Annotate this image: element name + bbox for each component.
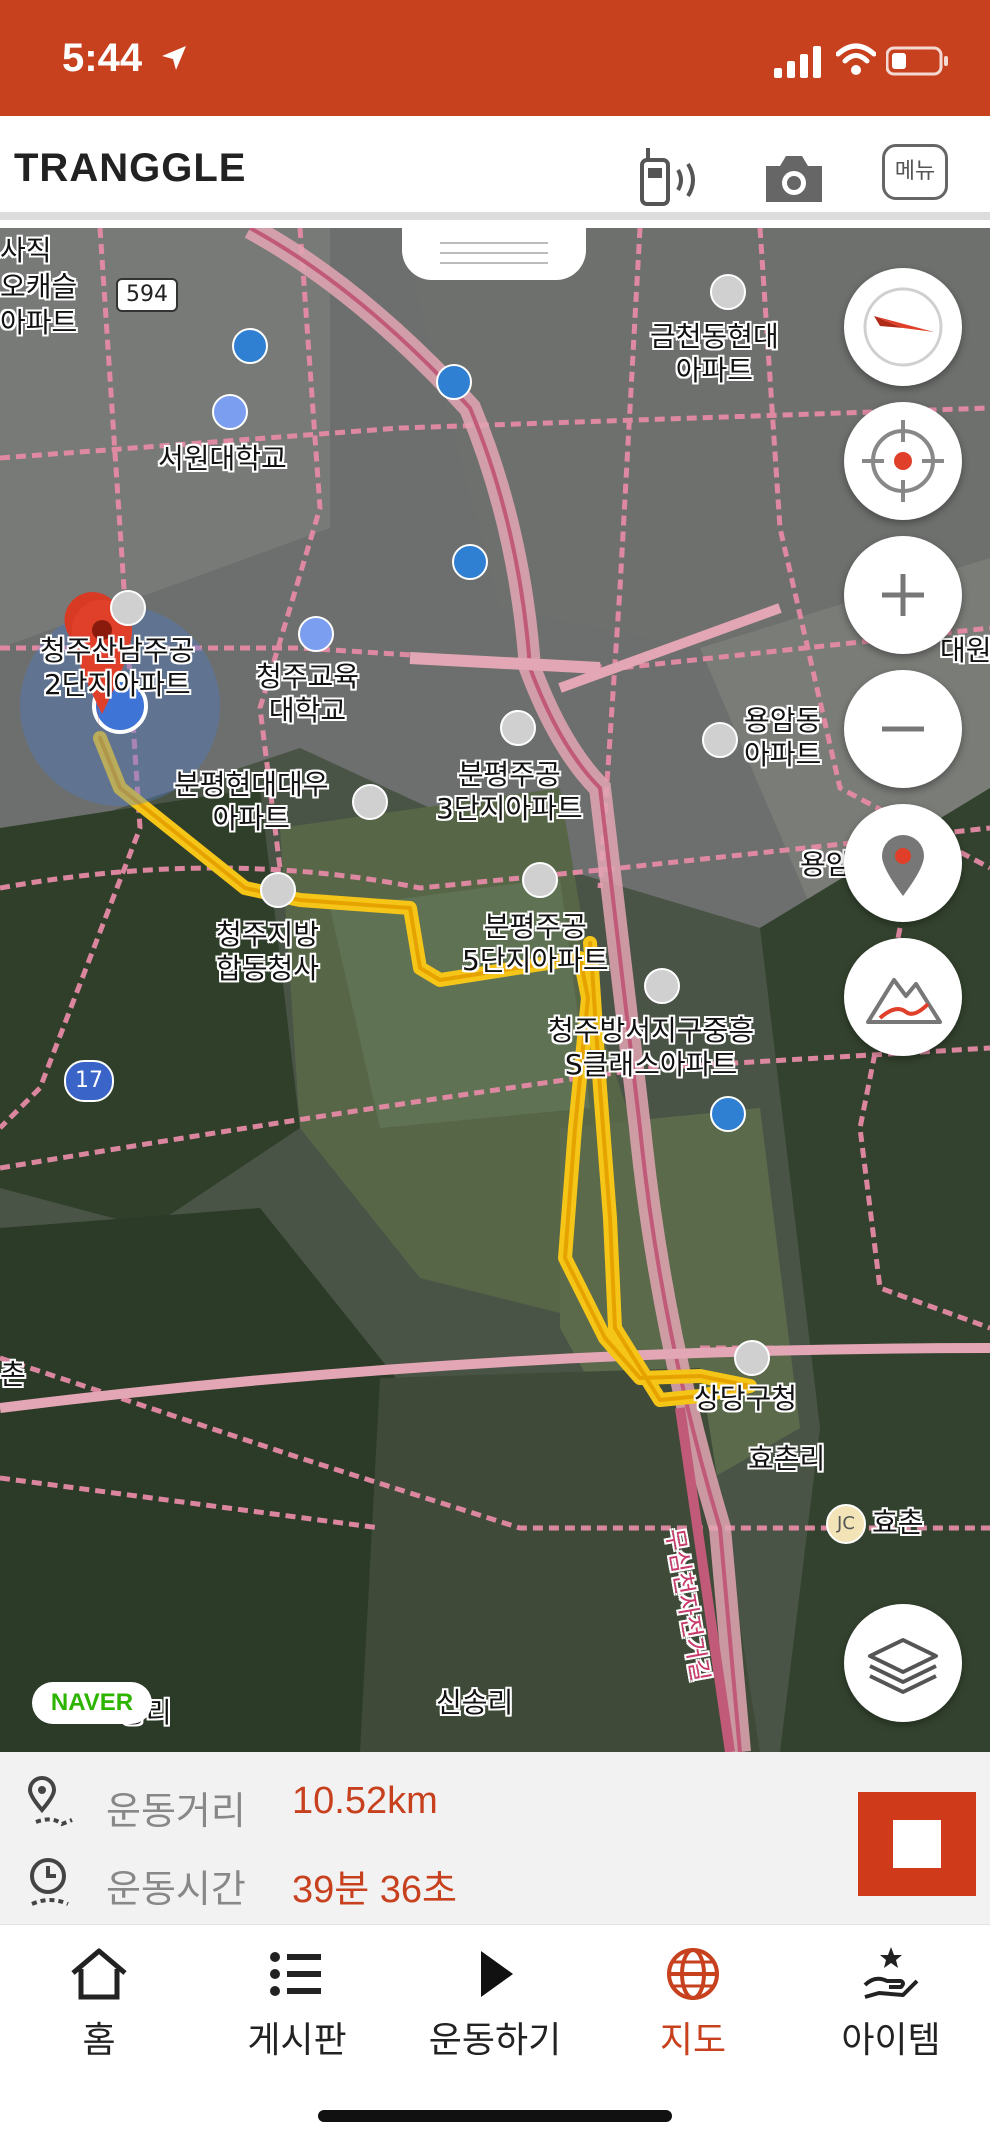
apartment-marker-icon[interactable]	[522, 862, 558, 898]
layers-icon	[868, 1638, 938, 1694]
map-label: 사직	[0, 234, 52, 267]
camera-icon[interactable]	[762, 152, 826, 204]
crosshair-icon	[862, 420, 944, 502]
app-header: TRANGGLE 메뉴	[0, 116, 990, 220]
panel-drag-handle[interactable]	[402, 228, 586, 280]
location-arrow-icon	[162, 46, 186, 70]
apartment-marker-icon[interactable]	[260, 872, 296, 908]
distance-row: 운동거리 10.52km	[0, 1770, 800, 1840]
cellular-signal-icon	[774, 46, 821, 78]
park-marker-icon[interactable]	[710, 1096, 746, 1132]
map-label: 분평현대대우 아파트	[174, 768, 329, 835]
map-label: 오캐슬	[0, 270, 78, 303]
status-bar: 5:44	[0, 0, 990, 116]
park-marker-icon[interactable]	[452, 544, 488, 580]
government-marker-icon[interactable]	[734, 1340, 770, 1376]
status-time: 5:44	[62, 36, 143, 80]
school-marker-icon[interactable]	[212, 394, 248, 430]
map-label: 청주방서지구중흥 S클래스아파트	[548, 1014, 755, 1081]
home-indicator	[318, 2110, 672, 2122]
map-label: 촌	[0, 1358, 26, 1391]
compass-icon	[863, 287, 943, 367]
zoom-in-button[interactable]	[844, 536, 962, 654]
route-pin-icon	[27, 1776, 73, 1827]
apartment-marker-icon[interactable]	[500, 710, 536, 746]
stop-icon	[893, 1820, 941, 1868]
locate-me-button[interactable]	[844, 402, 962, 520]
time-label: 운동시간	[106, 1867, 246, 1911]
wifi-icon	[836, 43, 876, 75]
map-label: 청주지방 합동청사	[216, 918, 320, 985]
school-marker-icon[interactable]	[298, 616, 334, 652]
zoom-out-button[interactable]	[844, 670, 962, 788]
park-marker-icon[interactable]	[436, 364, 472, 400]
location-pin-button[interactable]	[844, 804, 962, 922]
road-shield-17: 17	[64, 1060, 114, 1102]
hand-star-icon	[863, 1947, 919, 1999]
jc-marker: JC	[826, 1504, 866, 1544]
tab-home[interactable]: 홈	[0, 1945, 198, 2075]
tab-label: 지도	[659, 2020, 727, 2061]
mountain-button[interactable]	[844, 938, 962, 1056]
map-label: 청주교육 대학교	[256, 660, 360, 727]
tab-label: 게시판	[247, 2020, 347, 2061]
map-label: 효촌	[872, 1506, 924, 1539]
road-sign-594: 594	[116, 278, 178, 312]
tab-board[interactable]: 게시판	[198, 1945, 396, 2075]
tab-items[interactable]: 아이템	[792, 1945, 990, 2075]
map-pin-icon	[882, 835, 924, 896]
minus-icon	[882, 726, 924, 732]
home-icon	[71, 1948, 127, 2000]
apartment-marker-icon[interactable]	[352, 784, 388, 820]
mountain-icon	[866, 978, 942, 1024]
map-label: 청주산남주공 2단지아파트	[40, 634, 195, 701]
map-label: 상당구청	[694, 1382, 798, 1415]
apartment-marker-icon[interactable]	[110, 590, 146, 626]
globe-icon	[667, 1948, 719, 2000]
time-row: 운동시간 39분 36초	[0, 1848, 800, 1918]
tab-label: 홈	[82, 2020, 116, 2061]
park-marker-icon[interactable]	[232, 328, 268, 364]
map-label: 금천동현대 아파트	[650, 320, 779, 387]
map-label: 분평주공 5단지아파트	[462, 910, 609, 977]
map-label: 신송리	[436, 1686, 514, 1719]
menu-button[interactable]: 메뉴	[882, 144, 948, 200]
plus-icon	[882, 574, 924, 616]
list-icon	[270, 1952, 321, 1996]
tab-label: 아이템	[841, 2020, 941, 2061]
battery-icon	[886, 46, 948, 76]
stop-workout-button[interactable]	[858, 1792, 976, 1896]
apartment-marker-icon[interactable]	[644, 968, 680, 1004]
compass-button[interactable]	[844, 268, 962, 386]
naver-logo: NAVER	[32, 1682, 152, 1724]
clock-route-icon	[30, 1858, 69, 1906]
distance-label: 운동거리	[106, 1789, 246, 1833]
tab-workout[interactable]: 운동하기	[396, 1945, 594, 2075]
map-label: 효촌리	[748, 1442, 826, 1475]
workout-info-panel: 운동거리 10.52km 운동시간 39분 36초	[0, 1752, 990, 1924]
time-value: 39분 36초	[292, 1869, 458, 1911]
app-logo: TRANGGLE	[14, 146, 247, 190]
tab-label: 운동하기	[428, 2020, 562, 2061]
map-label: 분평주공 3단지아파트	[436, 758, 583, 825]
apartment-marker-icon[interactable]	[710, 274, 746, 310]
map-label: 아파트	[0, 306, 78, 339]
map-label: 용암동 아파트	[744, 704, 822, 771]
walkie-talkie-icon[interactable]	[638, 146, 710, 208]
tab-map[interactable]: 지도	[594, 1945, 792, 2075]
play-icon	[481, 1951, 513, 1997]
apartment-marker-icon[interactable]	[702, 722, 738, 758]
map-label: 서원대학교	[158, 442, 287, 475]
layers-button[interactable]	[844, 1604, 962, 1722]
distance-value: 10.52km	[292, 1780, 438, 1822]
map-view[interactable]: 17 JC 594 사직 오캐슬 아파트 금천동현대 아파트 서원대학교 청주산…	[0, 228, 990, 1752]
